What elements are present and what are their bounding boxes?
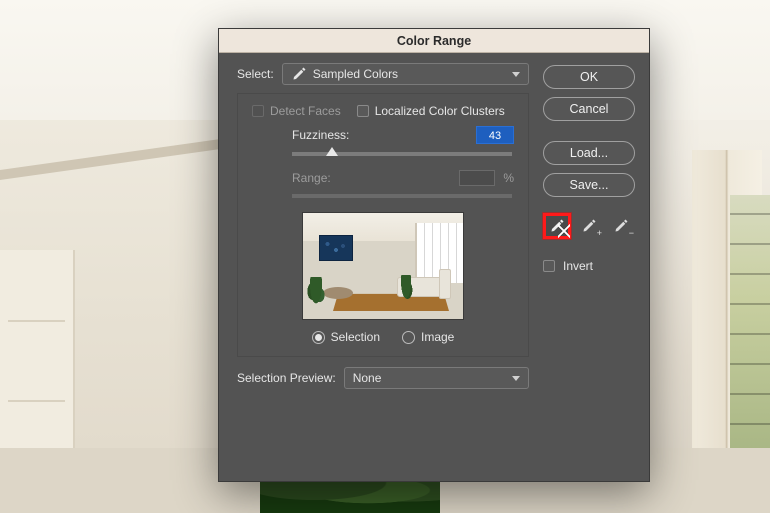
radio-selection-label: Selection [331,330,380,344]
cancel-button-label: Cancel [570,102,609,116]
localized-clusters-option[interactable]: Localized Color Clusters [357,104,505,118]
ok-button-label: OK [580,70,598,84]
radio-image[interactable] [402,331,415,344]
eyedropper-sample-tool[interactable] [543,213,571,239]
minus-icon: − [629,228,634,238]
radio-image-label: Image [421,330,454,344]
save-button-label: Save... [570,178,609,192]
fuzziness-slider-handle[interactable] [326,147,338,156]
fuzziness-slider[interactable] [292,152,512,156]
radio-selection[interactable] [312,331,325,344]
selection-preview-dropdown[interactable]: None [344,367,529,389]
detect-faces-option: Detect Faces [252,104,341,118]
ok-button[interactable]: OK [543,65,635,89]
range-input [459,170,495,186]
eyedropper-add-tool[interactable]: + [575,213,603,239]
selection-preview-value: None [353,371,382,385]
detect-faces-checkbox [252,105,264,117]
eyedropper-subtract-tool[interactable]: − [607,213,635,239]
fuzziness-label: Fuzziness: [292,128,349,142]
plus-icon: + [597,228,602,238]
dialog-titlebar[interactable]: Color Range [219,29,649,53]
eyedropper-minus-icon [613,218,629,234]
eyedropper-icon [549,218,565,234]
view-mode-radios: Selection Image [252,330,514,344]
localized-clusters-label: Localized Color Clusters [375,104,505,118]
select-row: Select: Sampled Colors [237,63,529,85]
cancel-button[interactable]: Cancel [543,97,635,121]
select-dropdown[interactable]: Sampled Colors [282,63,529,85]
select-label: Select: [237,67,274,81]
range-unit: % [503,171,514,185]
chevron-down-icon [512,72,520,77]
options-panel: Detect Faces Localized Color Clusters Fu… [237,93,529,357]
eyedropper-icon [291,66,307,82]
localized-clusters-checkbox[interactable] [357,105,369,117]
view-mode-selection[interactable]: Selection [312,330,380,344]
preview-thumbnail[interactable] [302,212,464,320]
eyedropper-plus-icon [581,218,597,234]
range-label: Range: [292,171,331,185]
load-button-label: Load... [570,146,608,160]
select-value: Sampled Colors [313,67,398,81]
color-range-dialog: Color Range Select: Sampled Colors [218,28,650,482]
save-button[interactable]: Save... [543,173,635,197]
selection-preview-label: Selection Preview: [237,371,336,385]
dialog-title: Color Range [397,34,471,48]
chevron-down-icon [512,376,520,381]
view-mode-image[interactable]: Image [402,330,454,344]
load-button[interactable]: Load... [543,141,635,165]
range-slider [292,194,512,198]
detect-faces-label: Detect Faces [270,104,341,118]
fuzziness-input[interactable]: 43 [476,126,514,144]
invert-checkbox[interactable] [543,260,555,272]
invert-option[interactable]: Invert [543,259,635,273]
invert-label: Invert [563,259,593,273]
eyedropper-tools: + − [543,213,635,239]
